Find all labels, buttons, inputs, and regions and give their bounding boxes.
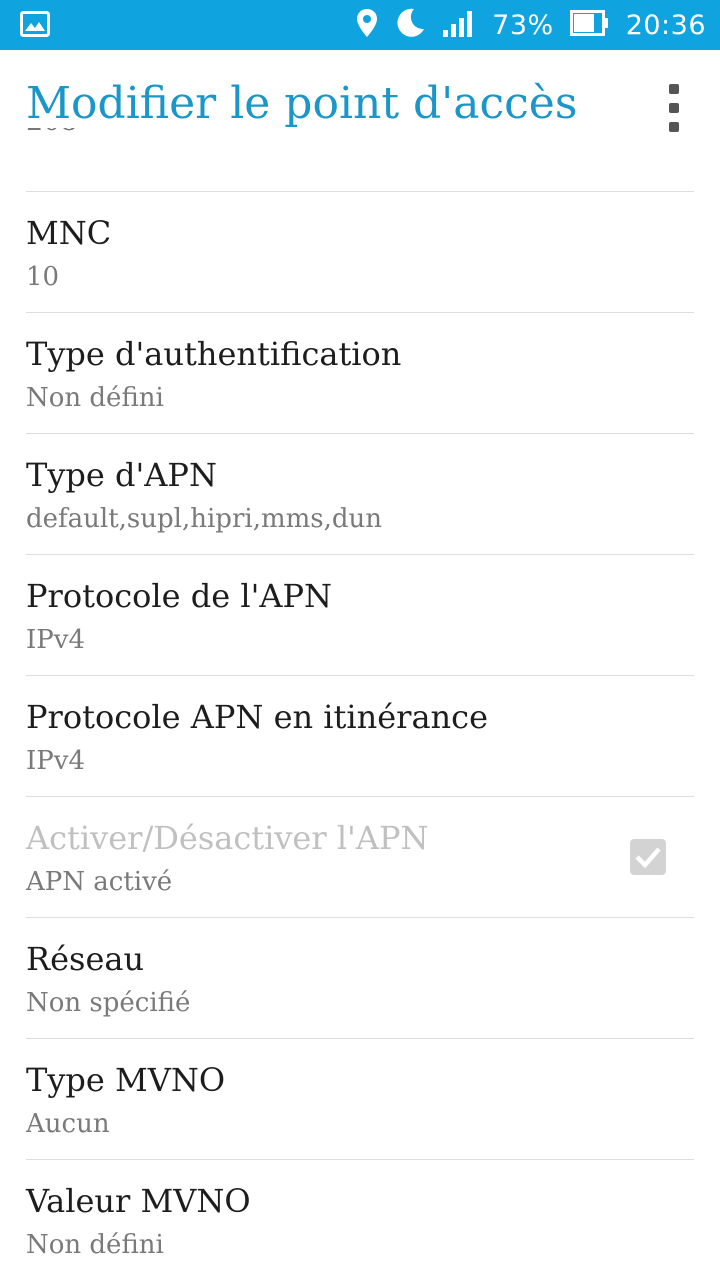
gallery-icon — [20, 11, 50, 37]
more-vert-icon[interactable] — [662, 84, 686, 132]
location-icon — [356, 8, 378, 42]
list-item-value: 208 — [26, 128, 78, 137]
status-icons: 73% 20:36 — [340, 0, 706, 50]
list-item-title: Réseau — [26, 940, 145, 978]
list-item-value: IPv4 — [26, 625, 85, 655]
battery-icon — [569, 10, 610, 40]
moon-icon — [394, 7, 426, 43]
list-item-title: Type MVNO — [26, 1061, 226, 1099]
list-item-title: Valeur MVNO — [26, 1182, 251, 1220]
list-item-mvno-type[interactable]: Type MVNO Aucun — [26, 1039, 694, 1160]
list-item-apn-type[interactable]: Type d'APN default,supl,hipri,mms,dun — [26, 434, 694, 555]
status-bar: 73% 20:36 — [0, 0, 720, 50]
clock: 20:36 — [625, 9, 706, 41]
list-item-title: Activer/Désactiver l'APN — [26, 819, 429, 857]
signal-icon — [442, 8, 476, 42]
list-item-apn-enable: Activer/Désactiver l'APN APN activé — [26, 797, 694, 918]
list-item-roaming-protocol[interactable]: Protocole APN en itinérance IPv4 — [26, 676, 694, 797]
list-item-mvno-value[interactable]: Valeur MVNO Non défini — [26, 1160, 694, 1280]
list-item-partial[interactable]: 208 — [26, 128, 694, 192]
list-item-value: IPv4 — [26, 746, 85, 776]
list-item-value: 10 — [26, 262, 60, 292]
list-item-auth-type[interactable]: Type d'authentification Non défini — [26, 313, 694, 434]
list-item-mnc[interactable]: MNC 10 — [26, 192, 694, 313]
list-item-title: Protocole APN en itinérance — [26, 698, 488, 736]
page-title: Modifier le point d'accès — [26, 78, 578, 129]
list-item-title: Protocole de l'APN — [26, 577, 333, 615]
list-item-value: APN activé — [26, 867, 173, 897]
list-item-title: MNC — [26, 214, 112, 252]
battery-percent: 73% — [492, 9, 554, 41]
list-item-title: Type d'authentification — [26, 335, 402, 373]
list-item-value: Aucun — [26, 1109, 110, 1139]
apn-enabled-checkbox — [630, 839, 666, 875]
list-item-value: default,supl,hipri,mms,dun — [26, 504, 383, 534]
list-item-value: Non défini — [26, 383, 164, 413]
list-item-title: Type d'APN — [26, 456, 217, 494]
list-item-apn-protocol[interactable]: Protocole de l'APN IPv4 — [26, 555, 694, 676]
list-item-value: Non spécifié — [26, 988, 191, 1018]
list-item-value: Non défini — [26, 1230, 164, 1260]
settings-list[interactable]: 208 MNC 10 Type d'authentification Non d… — [0, 128, 720, 1280]
list-item-network[interactable]: Réseau Non spécifié — [26, 918, 694, 1039]
